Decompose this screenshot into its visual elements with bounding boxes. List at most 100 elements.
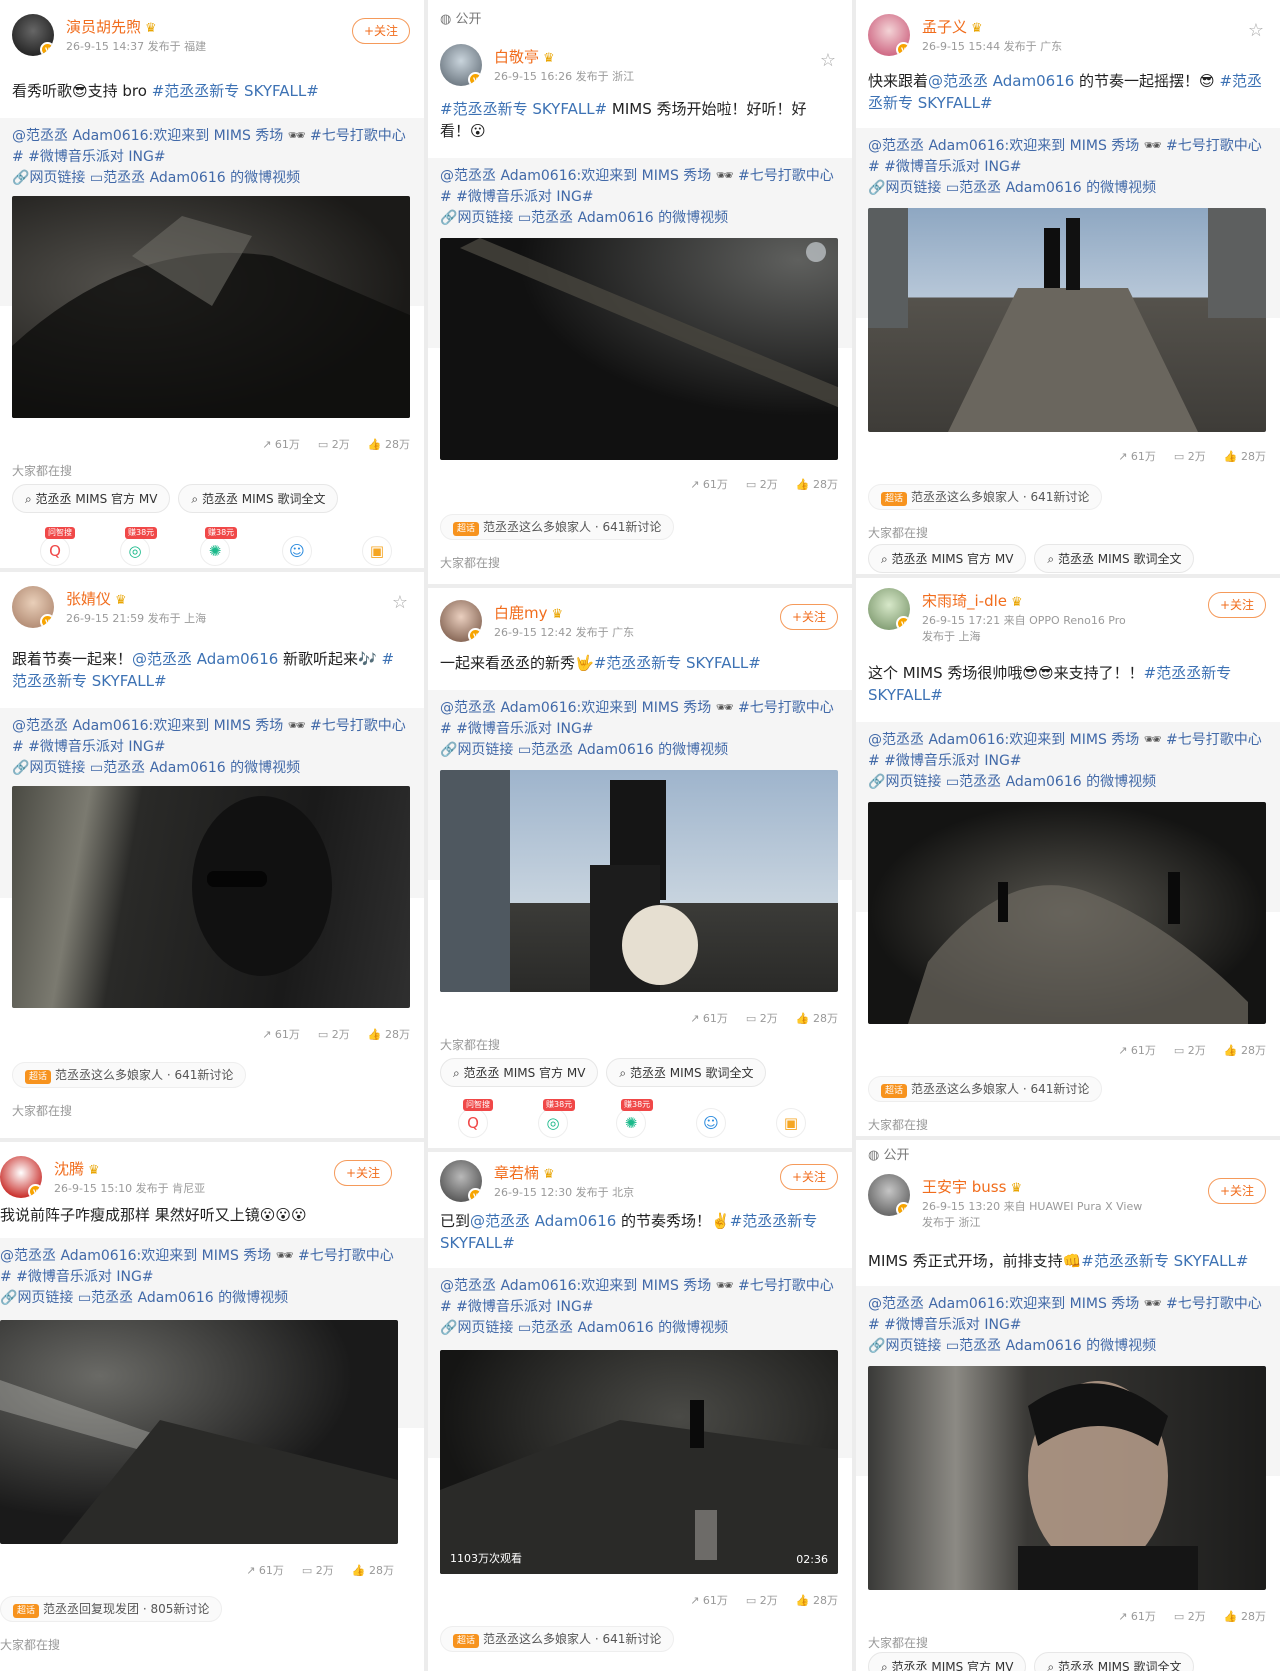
web-link[interactable]: 网页链接 [457, 742, 513, 758]
avatar[interactable]: v [868, 1174, 910, 1216]
search-app-icon[interactable]: Q 问智搜 [40, 527, 75, 566]
video-link[interactable]: 范丞丞 Adam0616 的微博视频 [91, 1290, 288, 1306]
avatar[interactable]: v [12, 586, 54, 628]
comment-icon[interactable]: ▭ 2万 [1174, 1610, 1206, 1623]
username[interactable]: 宋雨琦_i-dle ♛ [922, 590, 1023, 611]
username[interactable]: 白鹿my ♛ [494, 602, 563, 623]
wechat-icon[interactable]: ◎ 赚38元 [538, 1099, 576, 1138]
moments-icon[interactable]: ✺ 赚38元 [200, 527, 238, 566]
avatar[interactable]: v [0, 1156, 42, 1198]
comment-icon[interactable]: ▭ 2万 [302, 1564, 334, 1577]
share-icon[interactable]: ↗ 61万 [246, 1564, 284, 1577]
like-icon[interactable]: 👍 28万 [1224, 1044, 1266, 1057]
search-suggestion[interactable]: ⌕ 范丞丞 MIMS 官方 MV [868, 1652, 1027, 1671]
web-link[interactable]: 网页链接 [29, 760, 85, 776]
search-suggestion[interactable]: ⌕ 范丞丞 MIMS 歌词全文 [1034, 544, 1195, 573]
video-link[interactable]: 范丞丞 Adam0616 的微博视频 [531, 210, 728, 226]
follow-button[interactable]: +关注 [780, 604, 838, 630]
star-icon[interactable]: ☆ [392, 592, 408, 613]
like-icon[interactable]: 👍 28万 [352, 1564, 394, 1577]
video-link[interactable]: 范丞丞 Adam0616 的微博视频 [103, 760, 300, 776]
video-player[interactable] [12, 786, 410, 1008]
search-suggestion[interactable]: ⌕ 范丞丞 MIMS 歌词全文 [606, 1058, 767, 1087]
search-suggestion[interactable]: ⌕ 范丞丞 MIMS 官方 MV [440, 1058, 599, 1087]
search-suggestion[interactable]: ⌕ 范丞丞 MIMS 歌词全文 [1034, 1652, 1195, 1671]
like-icon[interactable]: 👍 28万 [368, 1028, 410, 1041]
comment-icon[interactable]: ▭ 2万 [1174, 1044, 1206, 1057]
comment-icon[interactable]: ▭ 2万 [746, 478, 778, 491]
post-card[interactable]: v 张婧仪 ♛ 26-9-15 21:59 发布于 上海 ☆ 跟着节奏一起来！@范… [0, 572, 424, 1138]
like-icon[interactable]: 👍 28万 [796, 1012, 838, 1025]
web-link[interactable]: 网页链接 [885, 1338, 941, 1354]
avatar[interactable]: v [868, 588, 910, 630]
hot-topic[interactable]: 超话 范丞丞这么多娘家人 · 641新讨论 [12, 1062, 247, 1088]
share-icon[interactable]: ↗ 61万 [1118, 1610, 1156, 1623]
search-app-icon[interactable]: Q 问智搜 [458, 1099, 493, 1138]
web-link[interactable]: 网页链接 [457, 210, 513, 226]
share-icon[interactable]: ↗ 61万 [690, 478, 728, 491]
qq-icon[interactable]: ☺ [696, 1108, 726, 1138]
hot-topic[interactable]: 超话 范丞丞这么多娘家人 · 641新讨论 [440, 514, 675, 540]
like-icon[interactable]: 👍 28万 [796, 1594, 838, 1607]
video-link[interactable]: 范丞丞 Adam0616 的微博视频 [959, 774, 1156, 790]
username[interactable]: 张婧仪 ♛ [66, 588, 127, 609]
comment-icon[interactable]: ▭ 2万 [746, 1012, 778, 1025]
post-card[interactable]: v 章若楠 ♛ 26-9-15 12:30 发布于 北京 +关注 已到@范丞丞 A… [428, 1152, 852, 1671]
username[interactable]: 章若楠 ♛ [494, 1162, 555, 1183]
star-icon[interactable]: ☆ [1248, 20, 1264, 41]
share-icon[interactable]: ↗ 61万 [1118, 450, 1156, 463]
video-player[interactable]: 1103万次观看 02:36 [440, 1350, 838, 1574]
post-card[interactable]: ◍ 公开 v 白敬亭 ♛ 26-9-15 16:26 发布于 浙江 ☆ #范丞丞新… [428, 0, 852, 584]
follow-button[interactable]: +关注 [780, 1164, 838, 1190]
search-suggestion[interactable]: ⌕ 范丞丞 MIMS 官方 MV [868, 544, 1027, 573]
hot-topic[interactable]: 超话 范丞丞这么多娘家人 · 641新讨论 [440, 1626, 675, 1652]
video-player[interactable] [868, 208, 1266, 432]
video-player[interactable] [12, 196, 410, 418]
post-card[interactable]: v 沈腾 ♛ 26-9-15 15:10 发布于 肯尼亚 +关注 我说前阵子咋瘦成… [0, 1142, 424, 1671]
comment-icon[interactable]: ▭ 2万 [1174, 450, 1206, 463]
video-link[interactable]: 范丞丞 Adam0616 的微博视频 [531, 742, 728, 758]
comment-icon[interactable]: ▭ 2万 [318, 1028, 350, 1041]
web-link[interactable]: 网页链接 [17, 1290, 73, 1306]
post-card[interactable]: v 演员胡先煦 ♛ 26-9-15 14:37 发布于 福建 +关注 看秀听歌😎支… [0, 0, 424, 568]
username[interactable]: 孟子义 ♛ [922, 16, 983, 37]
video-player[interactable] [0, 1320, 398, 1544]
wechat-icon[interactable]: ◎ 赚38元 [120, 527, 158, 566]
web-link[interactable]: 网页链接 [885, 180, 941, 196]
like-icon[interactable]: 👍 28万 [1224, 1610, 1266, 1623]
comment-icon[interactable]: ▭ 2万 [746, 1594, 778, 1607]
post-card[interactable]: v 白鹿my ♛ 26-9-15 12:42 发布于 广东 +关注 一起来看丞丞的… [428, 588, 852, 1148]
like-icon[interactable]: 👍 28万 [1224, 450, 1266, 463]
video-player[interactable] [440, 238, 838, 460]
follow-button[interactable]: +关注 [334, 1160, 392, 1186]
avatar[interactable]: v [440, 1160, 482, 1202]
share-icon[interactable]: ↗ 61万 [1118, 1044, 1156, 1057]
web-link[interactable]: 网页链接 [885, 774, 941, 790]
share-icon[interactable]: ↗ 61万 [690, 1012, 728, 1025]
search-suggestion[interactable]: ⌕ 范丞丞 MIMS 歌词全文 [178, 484, 339, 513]
username[interactable]: 白敬亭 ♛ [494, 46, 555, 67]
post-card[interactable]: ◍ 公开 v 王安宇 buss ♛ 26-9-15 13:20 来自 HUAWEI… [856, 1140, 1280, 1671]
search-suggestion[interactable]: ⌕ 范丞丞 MIMS 官方 MV [12, 484, 171, 513]
username[interactable]: 王安宇 buss ♛ [922, 1176, 1022, 1197]
share-icon[interactable]: ↗ 61万 [690, 1594, 728, 1607]
username[interactable]: 沈腾 ♛ [54, 1158, 100, 1179]
video-link[interactable]: 范丞丞 Adam0616 的微博视频 [103, 170, 300, 186]
hot-topic[interactable]: 超话 范丞丞回复现发团 · 805新讨论 [0, 1596, 223, 1622]
username[interactable]: 演员胡先煦 ♛ [66, 16, 157, 37]
follow-button[interactable]: +关注 [352, 18, 410, 44]
video-player[interactable] [440, 770, 838, 992]
web-link[interactable]: 网页链接 [457, 1320, 513, 1336]
star-icon[interactable]: ☆ [820, 50, 836, 71]
avatar[interactable]: v [12, 14, 54, 56]
post-card[interactable]: v 宋雨琦_i-dle ♛ 26-9-15 17:21 来自 OPPO Reno1… [856, 578, 1280, 1136]
share-icon[interactable]: ↗ 61万 [262, 1028, 300, 1041]
video-link[interactable]: 范丞丞 Adam0616 的微博视频 [959, 180, 1156, 196]
like-icon[interactable]: 👍 28万 [796, 478, 838, 491]
video-player[interactable] [868, 1366, 1266, 1590]
video-player[interactable] [868, 802, 1266, 1024]
follow-button[interactable]: +关注 [1208, 592, 1266, 618]
qq-icon[interactable]: ☺ [282, 536, 312, 566]
avatar[interactable]: v [868, 14, 910, 56]
web-link[interactable]: 网页链接 [29, 170, 85, 186]
